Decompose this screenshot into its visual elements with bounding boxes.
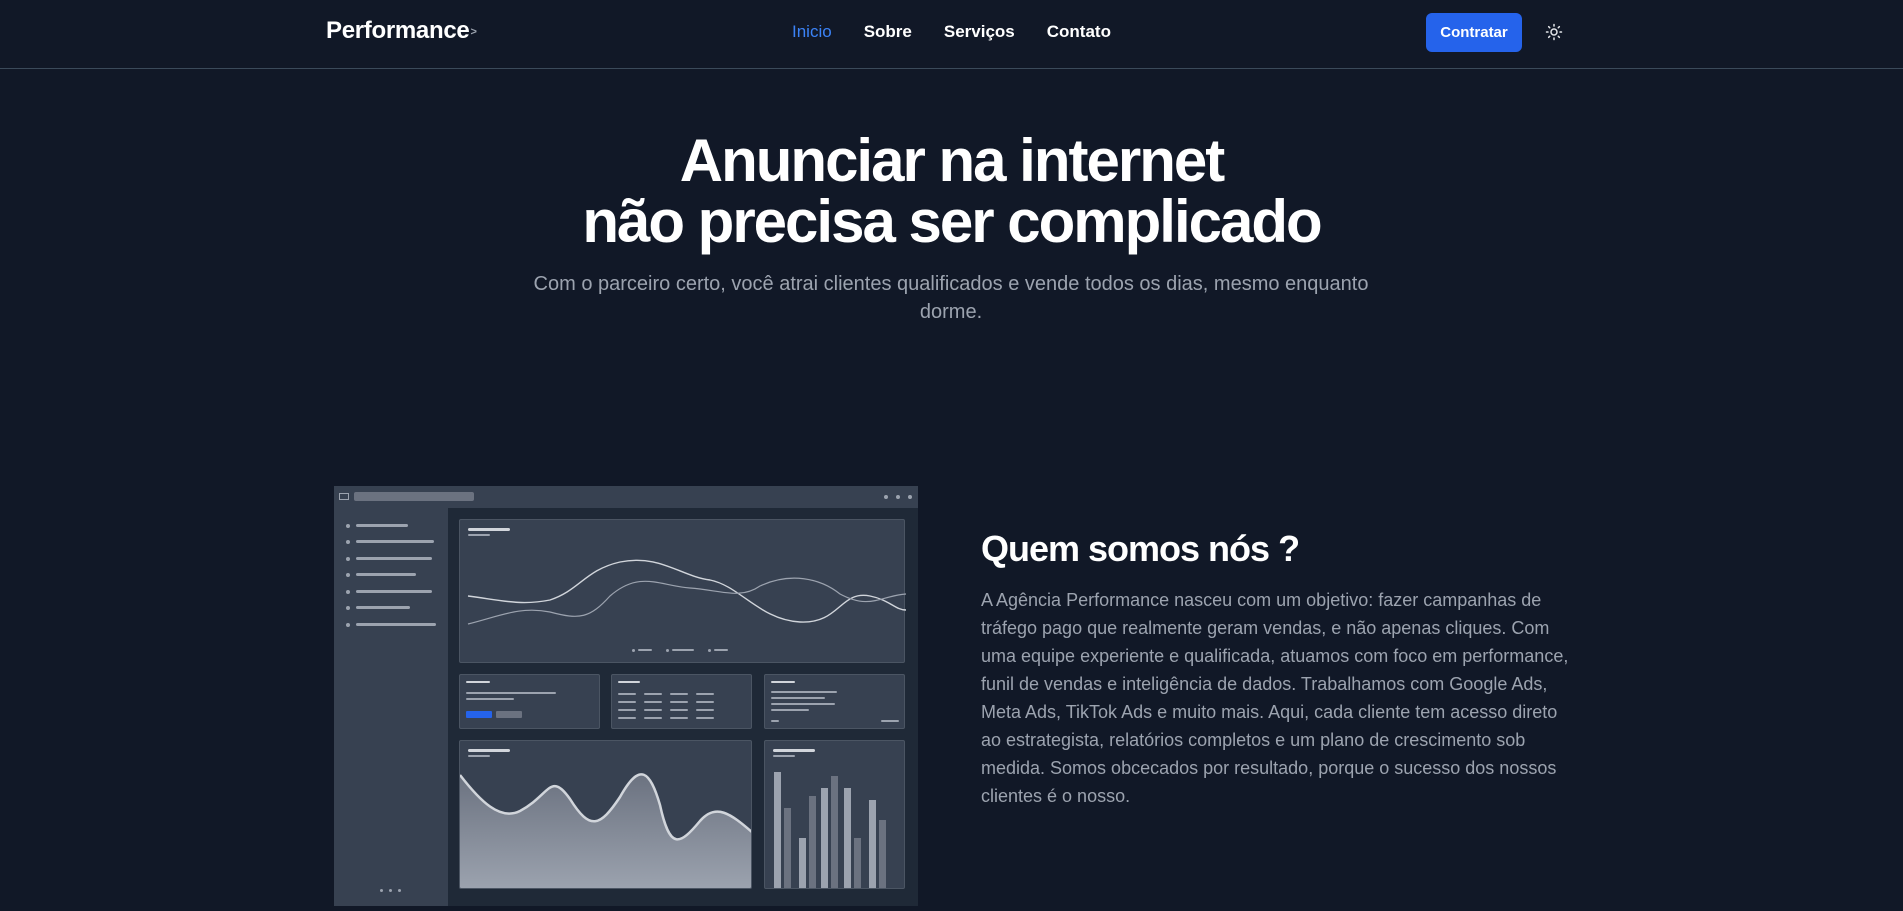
theme-toggle-button[interactable] <box>1543 21 1565 43</box>
nav-link-sobre[interactable]: Sobre <box>864 22 912 42</box>
about-text: A Agência Performance nasceu com um obje… <box>981 590 1569 806</box>
hero-title: Anunciar na internet não precisa ser com… <box>0 130 1903 252</box>
nav-link-inicio[interactable]: Inicio <box>792 22 832 42</box>
mock-topbar-dot <box>908 495 912 499</box>
hero-title-line1: Anunciar na internet <box>679 127 1225 194</box>
main-nav: Inicio Sobre Serviços Contato <box>0 22 1903 42</box>
mock-area-chart <box>460 773 751 888</box>
mock-table-panel <box>611 674 752 729</box>
mock-line-chart <box>467 559 906 625</box>
navbar: Performance> Inicio Sobre Serviços Conta… <box>0 0 1903 69</box>
mock-topbar-dot <box>896 495 900 499</box>
hero-subtitle: Com o parceiro certo, você atrai cliente… <box>533 273 1369 323</box>
mock-line-chart-panel <box>459 519 906 663</box>
hero-title-line2: não precisa ser complicado <box>582 188 1322 255</box>
mock-card-panel <box>459 674 600 729</box>
mock-topbar-dot <box>884 495 888 499</box>
sun-icon <box>1545 23 1563 41</box>
nav-link-servicos[interactable]: Serviços <box>944 22 1015 42</box>
nav-link-contato[interactable]: Contato <box>1047 22 1111 42</box>
mock-bar-chart-panel <box>764 740 905 889</box>
mock-list-panel <box>764 674 905 729</box>
dashboard-illustration <box>334 486 918 906</box>
about-title: Quem somos nós ? <box>981 528 1300 569</box>
mock-main <box>448 508 918 906</box>
mock-area-chart-panel <box>459 740 752 889</box>
mock-topbar <box>334 486 918 508</box>
mock-sidebar <box>334 508 448 906</box>
mock-search-bar <box>354 492 474 501</box>
contratar-button[interactable]: Contratar <box>1426 13 1522 52</box>
mock-window-icon <box>339 493 349 500</box>
